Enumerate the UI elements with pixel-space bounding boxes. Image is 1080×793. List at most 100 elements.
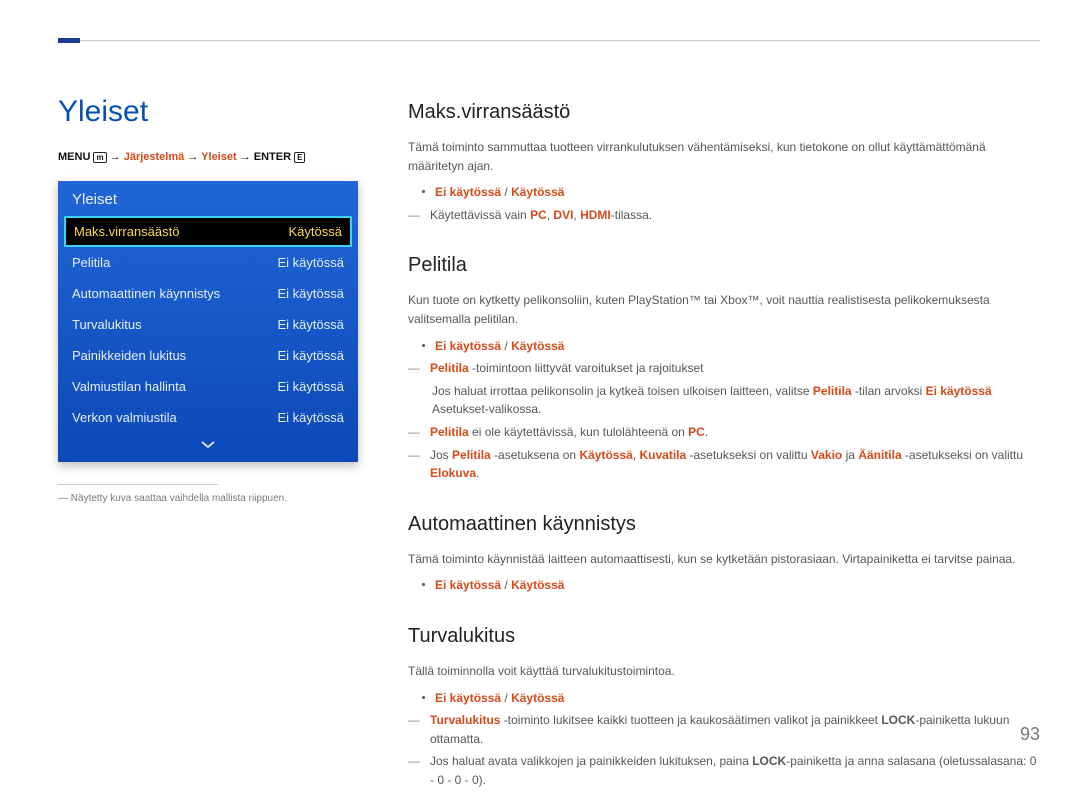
note-mid: -asetuksena on [491, 448, 580, 462]
menu-row-game-mode[interactable]: Pelitila Ei käytössä [58, 247, 358, 278]
note-mid: ja [842, 448, 858, 462]
note-text: Turvalukitus -toiminto lukitsee kaikki t… [430, 711, 1040, 748]
menu-row-auto-power-on[interactable]: Automaattinen käynnistys Ei käytössä [58, 278, 358, 309]
menu-icon: m [93, 152, 106, 163]
term-lock-button: LOCK [752, 754, 786, 768]
section-heading-safety-lock: Turvalukitus [408, 621, 1040, 652]
breadcrumb: MENU m → Järjestelmä → Yleiset → ENTER E [58, 151, 358, 163]
menu-row-label: Verkon valmiustila [72, 410, 177, 425]
sub-mid: -tilan arvoksi [852, 384, 926, 398]
menu-row-value: Ei käytössä [278, 348, 344, 363]
image-disclaimer: ― Näytetty kuva saattaa vaihdella mallis… [58, 493, 358, 504]
menu-row-label: Painikkeiden lukitus [72, 348, 186, 363]
note-post: -tilassa. [611, 208, 652, 222]
footnote-divider [58, 484, 218, 485]
option-sep: / [501, 578, 511, 592]
term-picture-mode: Kuvatila [639, 448, 686, 462]
menu-row-label: Maks.virransäästö [74, 224, 179, 239]
menu-row-standby-control[interactable]: Valmiustilan hallinta Ei käytössä [58, 371, 358, 402]
header-divider [58, 40, 1040, 41]
note-row: ― Käytettävissä vain PC, DVI, HDMI-tilas… [408, 206, 1040, 225]
dash-icon: ― [408, 446, 420, 483]
section-heading-max-power-saving: Maks.virransäästö [408, 97, 1040, 128]
footnote-text: Näytetty kuva saattaa vaihdella mallista… [71, 493, 287, 504]
note-row: ― Pelitila -toimintoon liittyvät varoitu… [408, 359, 1040, 378]
note-text: Käytettävissä vain PC, DVI, HDMI-tilassa… [430, 206, 652, 225]
dash-icon: ― [408, 359, 420, 378]
term-safety-lock: Turvalukitus [430, 713, 500, 727]
chevron-down-icon[interactable] [58, 433, 358, 452]
note-end: . [476, 466, 479, 480]
term-pc: PC [688, 425, 705, 439]
sub-pre: Jos haluat irrottaa pelikonsolin ja kytk… [432, 384, 813, 398]
note-row: ― Pelitila ei ole käytettävissä, kun tul… [408, 423, 1040, 442]
menu-row-safety-lock[interactable]: Turvalukitus Ei käytössä [58, 309, 358, 340]
bullet-icon [422, 696, 425, 699]
page-number: 93 [1020, 724, 1040, 745]
menu-row-value: Ei käytössä [278, 379, 344, 394]
option-sep: / [501, 185, 511, 199]
note-end: . [705, 425, 708, 439]
menu-row-network-standby[interactable]: Verkon valmiustila Ei käytössä [58, 402, 358, 433]
note-text: Pelitila ei ole käytettävissä, kun tulol… [430, 423, 708, 442]
note-text: Jos haluat avata valikkojen ja painikkei… [430, 752, 1040, 789]
mode-dvi: DVI [553, 208, 573, 222]
note-row: ― Jos Pelitila -asetuksena on Käytössä, … [408, 446, 1040, 483]
note-pre: Jos [430, 448, 452, 462]
term-game-mode: Pelitila [430, 361, 469, 375]
enter-icon: E [294, 152, 305, 163]
option-bullet: Ei käytössä / Käytössä [422, 337, 1040, 356]
option-sep: / [501, 691, 511, 705]
value-on: Käytössä [579, 448, 632, 462]
sub-post: Asetukset-valikossa. [432, 402, 541, 416]
dash-icon: ― [408, 711, 420, 748]
page-title: Yleiset [58, 95, 358, 129]
option-on: Käytössä [511, 339, 564, 353]
dash-icon: ― [408, 206, 420, 225]
option-on: Käytössä [511, 578, 564, 592]
section-heading-auto-power-on: Automaattinen käynnistys [408, 509, 1040, 540]
value-off: Ei käytössä [926, 384, 992, 398]
breadcrumb-arrow: → [240, 151, 251, 163]
value-movie: Elokuva [430, 466, 476, 480]
term-game-mode: Pelitila [452, 448, 491, 462]
bullet-icon [422, 583, 425, 586]
note-sub: Jos haluat irrottaa pelikonsolin ja kytk… [432, 382, 1040, 419]
note-mid: -toiminto lukitsee kaikki tuotteen ja ka… [500, 713, 881, 727]
menu-row-label: Turvalukitus [72, 317, 142, 332]
note-mid: ei ole käytettävissä, kun tulolähteenä o… [469, 425, 688, 439]
value-standard: Vakio [811, 448, 842, 462]
section-body: Tällä toiminnolla voit käyttää turvaluki… [408, 662, 1040, 681]
menu-row-button-lock[interactable]: Painikkeiden lukitus Ei käytössä [58, 340, 358, 371]
mode-pc: PC [530, 208, 547, 222]
note-row: ― Jos haluat avata valikkojen ja painikk… [408, 752, 1040, 789]
option-bullet: Ei käytössä / Käytössä [422, 576, 1040, 595]
option-off: Ei käytössä [435, 691, 501, 705]
right-column: Maks.virransäästö Tämä toiminto sammutta… [408, 95, 1040, 793]
option-text: Ei käytössä / Käytössä [435, 576, 564, 595]
section-body: Tämä toiminto käynnistää laitteen automa… [408, 550, 1040, 569]
option-text: Ei käytössä / Käytössä [435, 183, 564, 202]
option-off: Ei käytössä [435, 339, 501, 353]
menu-row-max-power-saving[interactable]: Maks.virransäästö Käytössä [64, 216, 352, 247]
menu-row-label: Automaattinen käynnistys [72, 286, 220, 301]
menu-row-label: Pelitila [72, 255, 110, 270]
settings-panel: Yleiset Maks.virransäästö Käytössä Pelit… [58, 181, 358, 462]
dash-icon: ― [408, 423, 420, 442]
term-game-mode: Pelitila [813, 384, 852, 398]
option-on: Käytössä [511, 185, 564, 199]
header-accent [58, 38, 80, 43]
breadcrumb-seg-general: Yleiset [201, 151, 236, 163]
dash-icon: ― [408, 752, 420, 789]
left-column: Yleiset MENU m → Järjestelmä → Yleiset →… [58, 95, 358, 793]
option-text: Ei käytössä / Käytössä [435, 337, 564, 356]
term-sound-mode: Äänitila [858, 448, 901, 462]
note-mid: -asetukseksi on valittu [902, 448, 1023, 462]
option-bullet: Ei käytössä / Käytössä [422, 183, 1040, 202]
option-off: Ei käytössä [435, 578, 501, 592]
menu-row-label: Valmiustilan hallinta [72, 379, 186, 394]
note-mid: -asetukseksi on valittu [686, 448, 811, 462]
section-body: Tämä toiminto sammuttaa tuotteen virrank… [408, 138, 1040, 175]
note-post: -toimintoon liittyvät varoitukset ja raj… [469, 361, 704, 375]
section-heading-game-mode: Pelitila [408, 250, 1040, 281]
